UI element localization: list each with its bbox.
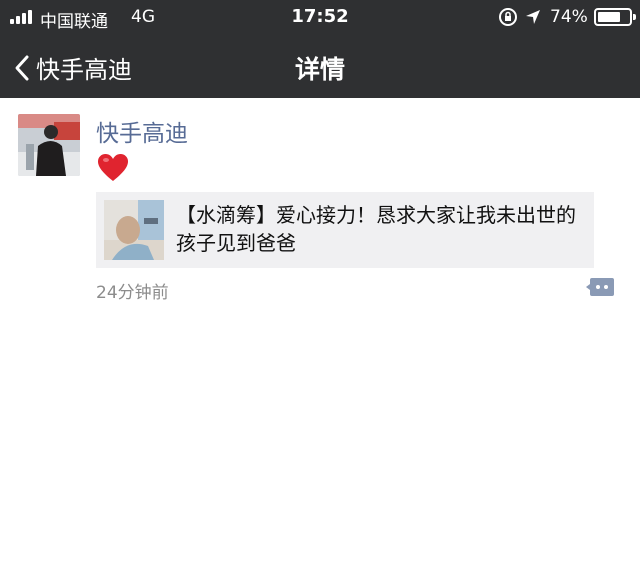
clock: 17:52 bbox=[291, 6, 349, 27]
heart-icon bbox=[98, 154, 128, 181]
shared-link-card[interactable]: 【水滴筹】爱心接力！恳求大家让我未出世的孩子见到爸爸 bbox=[96, 192, 594, 268]
battery-percent: 74% bbox=[550, 7, 588, 27]
share-thumbnail bbox=[104, 200, 164, 260]
avatar-image bbox=[18, 114, 80, 176]
avatar[interactable] bbox=[18, 114, 80, 176]
post-username[interactable]: 快手高迪 bbox=[96, 114, 188, 148]
rotation-lock-icon bbox=[499, 8, 517, 26]
post-timestamp: 24分钟前 bbox=[96, 283, 169, 303]
share-title: 【水滴筹】爱心接力！恳求大家让我未出世的孩子见到爸爸 bbox=[176, 203, 576, 255]
page-title: 详情 bbox=[294, 55, 345, 84]
battery-fill bbox=[598, 12, 620, 22]
nav-bar: 快手高迪 详情 bbox=[0, 34, 640, 98]
top-bar: 中国联通 4G 17:52 74% 快手高迪 详情 bbox=[0, 0, 640, 98]
location-arrow-icon bbox=[526, 10, 540, 24]
status-bar: 中国联通 4G 17:52 74% bbox=[0, 0, 640, 34]
comment-icon[interactable] bbox=[586, 276, 614, 298]
battery-icon bbox=[594, 8, 636, 26]
